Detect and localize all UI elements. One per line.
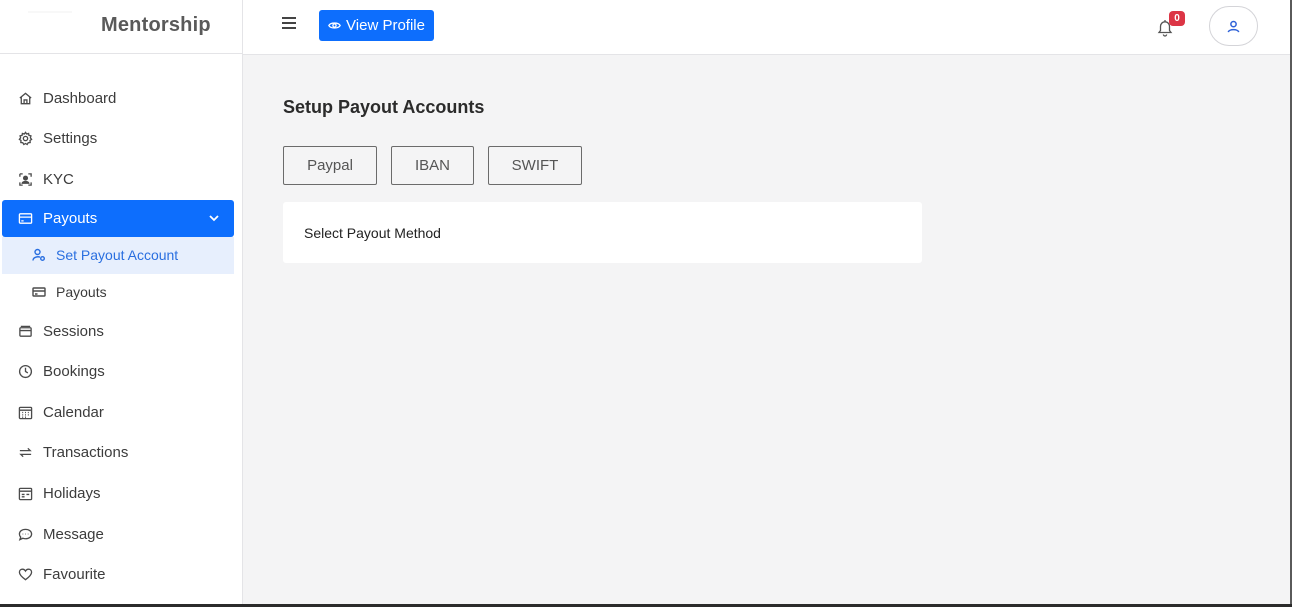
credit-card-icon [32, 285, 46, 299]
sidebar-subitem-payouts[interactable]: Payouts [0, 274, 243, 311]
view-profile-label: View Profile [346, 17, 425, 34]
swift-button[interactable]: SWIFT [488, 146, 582, 185]
clock-icon [17, 364, 33, 380]
sidebar-nav: Dashboard Settings KYC Payouts Set Payou… [0, 78, 243, 595]
payout-method-card: Select Payout Method [283, 202, 922, 263]
credit-card-icon [17, 210, 33, 226]
sidebar-item-settings[interactable]: Settings [0, 119, 243, 160]
sidebar-item-label: Transactions [43, 444, 129, 462]
logo-icon [24, 8, 76, 44]
sidebar-item-label: Dashboard [43, 89, 117, 107]
page-title: Setup Payout Accounts [283, 97, 485, 117]
view-profile-button[interactable]: View Profile [319, 10, 434, 41]
sidebar-item-label: Calendar [43, 403, 104, 421]
user-gear-icon [32, 248, 46, 262]
sidebar-item-sessions[interactable]: Sessions [0, 311, 243, 352]
sidebar-item-transactions[interactable]: Transactions [0, 433, 243, 474]
sidebar-item-label: KYC [43, 170, 74, 188]
eye-icon [328, 22, 341, 29]
id-card-icon [17, 171, 33, 187]
chevron-down-icon[interactable] [208, 211, 220, 223]
user-icon [1227, 20, 1240, 32]
calendar-icon [17, 404, 33, 420]
sidebar-item-payouts[interactable]: Payouts [2, 199, 234, 237]
card-text: Select Payout Method [304, 225, 441, 241]
sidebar: Mentorship Dashboard Settings KYC Payout… [0, 0, 243, 605]
sidebar-item-label: Bookings [43, 363, 105, 381]
brand-title[interactable]: Mentorship [101, 14, 211, 37]
notification-badge: 0 [1169, 11, 1185, 26]
sidebar-item-calendar[interactable]: Calendar [0, 392, 243, 433]
home-icon [17, 90, 33, 106]
sidebar-item-label: Favourite [43, 566, 106, 584]
paypal-button[interactable]: Paypal [283, 146, 377, 185]
sidebar-item-holidays[interactable]: Holidays [0, 473, 243, 514]
sidebar-subitem-label: Set Payout Account [56, 247, 179, 264]
heart-icon [17, 567, 33, 583]
menu-toggle-icon[interactable] [282, 17, 296, 31]
sidebar-item-label: Message [43, 525, 104, 543]
brand-header: Mentorship [0, 0, 242, 54]
main-content: Setup Payout Accounts Paypal IBAN SWIFT … [243, 55, 1290, 605]
sessions-icon [17, 323, 33, 339]
sidebar-item-favourite[interactable]: Favourite [0, 554, 243, 595]
sidebar-item-kyc[interactable]: KYC [0, 159, 243, 200]
sidebar-item-message[interactable]: Message [0, 514, 243, 555]
sidebar-subitem-label: Payouts [56, 284, 107, 301]
sidebar-item-label: Payouts [43, 209, 98, 227]
sidebar-item-bookings[interactable]: Bookings [0, 351, 243, 392]
chat-icon [17, 526, 33, 542]
sidebar-item-dashboard[interactable]: Dashboard [0, 78, 243, 119]
sidebar-item-label: Settings [43, 130, 98, 148]
gear-icon [17, 131, 33, 147]
sidebar-item-label: Sessions [43, 322, 104, 340]
iban-button[interactable]: IBAN [391, 146, 474, 185]
sidebar-item-label: Holidays [43, 484, 101, 502]
calendar-week-icon [17, 485, 33, 501]
sidebar-subitem-set-payout-account[interactable]: Set Payout Account [2, 236, 234, 274]
user-menu-button[interactable] [1209, 6, 1258, 46]
topbar: View Profile 0 [243, 0, 1290, 55]
transfer-icon [17, 445, 33, 461]
